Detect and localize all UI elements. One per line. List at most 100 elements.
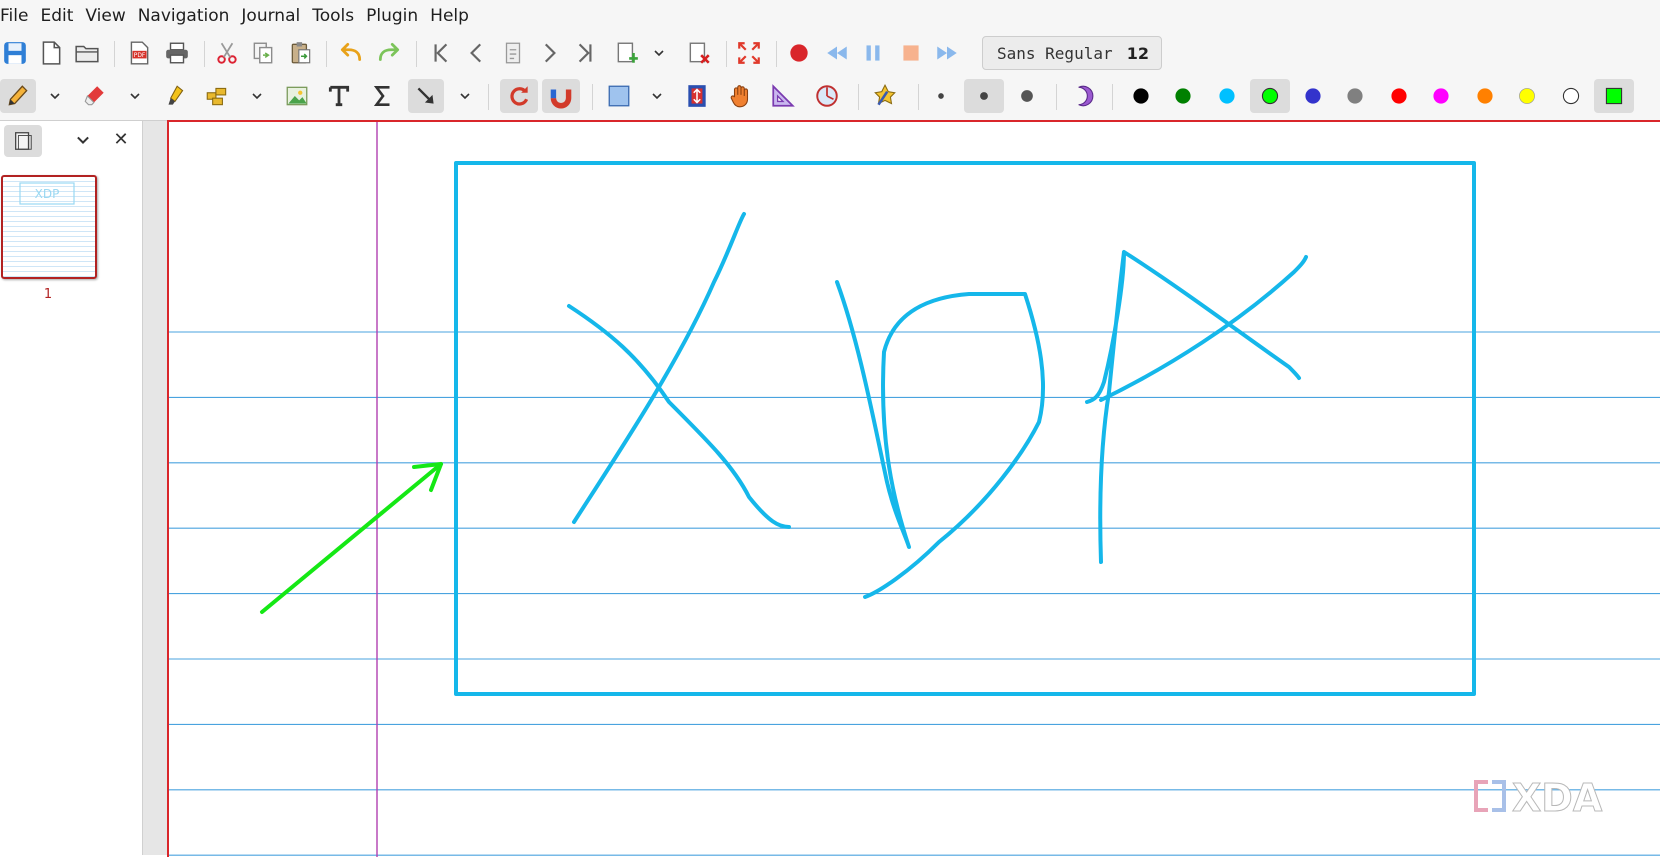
compass-button[interactable] [810, 79, 844, 113]
redo-button[interactable] [372, 36, 406, 70]
page-thumbnail[interactable]: XDP [1, 175, 97, 279]
menu-plugin[interactable]: Plugin [361, 0, 425, 32]
pause-button[interactable] [856, 36, 890, 70]
sidebar-view-button[interactable] [4, 125, 42, 157]
delete-page-button[interactable] [682, 36, 716, 70]
save-icon [4, 42, 26, 64]
next-page-button[interactable] [532, 36, 566, 70]
copy-button[interactable] [246, 36, 280, 70]
next-page-icon [544, 43, 556, 63]
page-preview-sidebar: ✕ XDP 1 [0, 121, 143, 855]
fill-tool-icon [874, 83, 896, 106]
journal-page[interactable] [167, 120, 1660, 857]
menu-help[interactable]: Help [425, 0, 476, 32]
color-swatch-icon [1562, 87, 1580, 105]
grid-snapping-button[interactable] [542, 79, 580, 113]
setsquare-button[interactable] [766, 79, 800, 113]
pen-dropdown[interactable] [42, 79, 68, 113]
color-light-green-button[interactable] [1250, 79, 1290, 113]
highlighter-tool-button[interactable] [158, 79, 192, 113]
new-document-button[interactable] [34, 36, 68, 70]
fill-dropdown[interactable] [644, 79, 670, 113]
vertical-space-button[interactable] [680, 79, 714, 113]
svg-text:PDF: PDF [134, 52, 146, 59]
menu-tools[interactable]: Tools [307, 0, 361, 32]
pen-style-button[interactable] [1066, 79, 1100, 113]
rectangle-tool-button[interactable] [602, 79, 636, 113]
color-gray-button[interactable] [1338, 79, 1372, 113]
record-button[interactable] [782, 36, 816, 70]
color-green-button[interactable] [1166, 79, 1200, 113]
tools-toolbar [0, 75, 1660, 121]
rewind-button[interactable] [820, 36, 854, 70]
watermark-text: XDA [1512, 776, 1603, 820]
color-swatch-icon [1519, 88, 1535, 104]
main-toolbar: PDF Sans Regular 12 [0, 32, 1660, 75]
save-button[interactable] [0, 36, 32, 70]
color-orange-button[interactable] [1468, 79, 1502, 113]
color-red-button[interactable] [1382, 79, 1416, 113]
select-dropdown[interactable] [244, 79, 270, 113]
thickness-medium-button[interactable] [964, 79, 1004, 113]
color-light-blue-button[interactable] [1210, 79, 1244, 113]
color-swatch-icon [1391, 88, 1407, 104]
chevron-down-icon [77, 136, 89, 145]
cut-button[interactable] [210, 36, 244, 70]
select-region-button[interactable] [200, 79, 234, 113]
open-file-button[interactable] [70, 36, 104, 70]
menu-journal[interactable]: Journal [236, 0, 307, 32]
fullscreen-button[interactable] [732, 36, 766, 70]
print-button[interactable] [160, 36, 194, 70]
shape-dropdown[interactable] [452, 79, 478, 113]
sidebar-close-button[interactable]: ✕ [112, 129, 130, 151]
color-blue-button[interactable] [1296, 79, 1330, 113]
thickness-thick-button[interactable] [1010, 79, 1044, 113]
menu-edit[interactable]: Edit [35, 0, 80, 32]
thickness-fine-button[interactable] [924, 79, 958, 113]
fast-forward-button[interactable] [930, 36, 964, 70]
undo-button[interactable] [334, 36, 368, 70]
stop-button[interactable] [894, 36, 928, 70]
color-white-button[interactable] [1554, 79, 1588, 113]
hand-tool-button[interactable] [724, 79, 758, 113]
fill-tool-button[interactable] [868, 79, 902, 113]
eraser-dropdown[interactable] [122, 79, 148, 113]
letter-p-stroke[interactable] [1085, 250, 1308, 564]
export-pdf-button[interactable]: PDF [122, 36, 156, 70]
pen-tool-button[interactable] [0, 79, 36, 113]
menu-navigation[interactable]: Navigation [133, 0, 237, 32]
letter-d-stroke[interactable] [835, 280, 1045, 599]
toolbar-separator [1056, 84, 1057, 110]
previous-page-button[interactable] [460, 36, 494, 70]
first-page-button[interactable] [424, 36, 458, 70]
arrow-tool-button[interactable] [408, 79, 444, 113]
letter-x-stroke[interactable] [567, 212, 791, 529]
sidebar-dropdown-button[interactable] [74, 131, 92, 149]
insert-image-button[interactable] [280, 79, 314, 113]
font-select-button[interactable]: Sans Regular 12 [982, 36, 1162, 70]
color-swatch-icon [1347, 88, 1363, 104]
goto-page-button[interactable] [496, 36, 530, 70]
latex-tool-button[interactable] [366, 79, 400, 113]
menu-view[interactable]: View [80, 0, 132, 32]
color-magenta-button[interactable] [1424, 79, 1458, 113]
page-number-label: 1 [43, 287, 53, 302]
last-page-button[interactable] [568, 36, 602, 70]
rotation-snapping-button[interactable] [500, 79, 538, 113]
copy-icon [253, 42, 273, 64]
custom-color-button[interactable] [1594, 79, 1634, 113]
rectangle-stroke[interactable] [454, 161, 1476, 696]
text-tool-button[interactable] [322, 79, 356, 113]
add-page-button[interactable] [610, 36, 644, 70]
color-yellow-button[interactable] [1510, 79, 1544, 113]
color-black-button[interactable] [1124, 79, 1158, 113]
menu-bar: File Edit View Navigation Journal Tools … [0, 0, 1660, 32]
vertical-space-icon [688, 85, 706, 107]
paste-button[interactable] [284, 36, 318, 70]
menu-file[interactable]: File [0, 0, 35, 32]
add-page-dropdown[interactable] [644, 36, 674, 70]
select-region-icon [206, 87, 227, 106]
fullscreen-icon [738, 42, 760, 64]
eraser-tool-button[interactable] [78, 79, 112, 113]
arrow-stroke[interactable] [260, 462, 443, 614]
